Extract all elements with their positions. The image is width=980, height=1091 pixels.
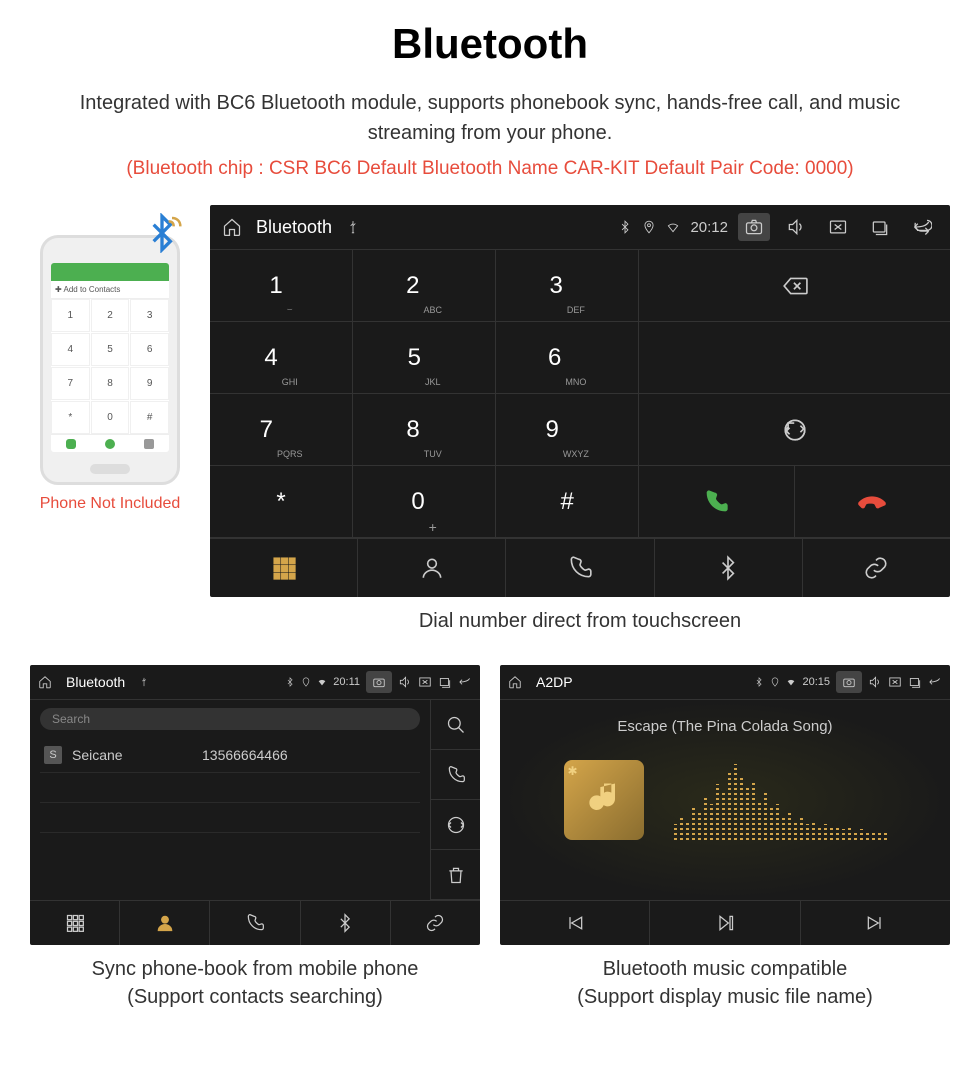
- volume-icon[interactable]: [398, 675, 412, 689]
- close-window-icon[interactable]: [418, 675, 432, 689]
- recents-icon[interactable]: [864, 213, 896, 241]
- key-star[interactable]: *: [210, 466, 353, 538]
- camera-icon[interactable]: [366, 671, 392, 693]
- bluetooth-icon: [285, 675, 295, 689]
- key-9[interactable]: 9WXYZ: [496, 394, 639, 466]
- usb-icon: [346, 220, 360, 234]
- bluetooth-tab[interactable]: [655, 539, 803, 597]
- phone-illustration: ✚ Add to Contacts 123 456 789 *0# Phone …: [30, 205, 190, 513]
- bluetooth-icon: [618, 220, 632, 234]
- track-name: Escape (The Pina Colada Song): [617, 718, 832, 735]
- back-icon[interactable]: [906, 213, 938, 241]
- key-1[interactable]: 1⌣: [210, 250, 353, 322]
- dialer-caption: Dial number direct from touchscreen: [210, 607, 950, 635]
- backspace-button[interactable]: [639, 250, 950, 322]
- location-icon: [642, 220, 656, 234]
- hangup-button[interactable]: [795, 466, 950, 538]
- music-status-bar: A2DP 20:15: [500, 665, 950, 700]
- wifi-icon: [317, 677, 327, 687]
- close-window-icon[interactable]: [888, 675, 902, 689]
- volume-icon[interactable]: [780, 213, 812, 241]
- redial-button[interactable]: [639, 394, 950, 466]
- sync-button[interactable]: [430, 800, 480, 850]
- recents-icon[interactable]: [438, 675, 452, 689]
- dialer-title: Bluetooth: [256, 217, 332, 238]
- bluetooth-tab[interactable]: [301, 901, 391, 945]
- prev-track-button[interactable]: [500, 901, 650, 945]
- delete-button[interactable]: [430, 850, 480, 900]
- recent-calls-tab[interactable]: [210, 901, 300, 945]
- page-title: Bluetooth: [30, 20, 950, 68]
- key-4[interactable]: 4GHI: [210, 322, 353, 394]
- bluetooth-specs: (Bluetooth chip : CSR BC6 Default Blueto…: [30, 158, 950, 180]
- back-icon[interactable]: [928, 675, 942, 689]
- recents-icon[interactable]: [908, 675, 922, 689]
- contacts-tab[interactable]: [358, 539, 506, 597]
- contacts-status-bar: Bluetooth 20:11: [30, 665, 480, 700]
- bluetooth-icon: [754, 675, 764, 689]
- bluetooth-signal-icon: [142, 213, 182, 253]
- clock-time: 20:12: [690, 219, 728, 236]
- location-icon: [770, 675, 780, 689]
- recent-calls-tab[interactable]: [506, 539, 654, 597]
- location-icon: [301, 675, 311, 689]
- album-art-icon: ✱: [564, 760, 644, 840]
- next-track-button[interactable]: [801, 901, 950, 945]
- home-icon[interactable]: [38, 675, 52, 689]
- usb-icon: [139, 677, 149, 687]
- camera-icon[interactable]: [836, 671, 862, 693]
- home-icon[interactable]: [222, 217, 242, 237]
- music-caption: Bluetooth music compatible(Support displ…: [500, 955, 950, 1011]
- keypad-tab[interactable]: [210, 539, 358, 597]
- key-5[interactable]: 5JKL: [353, 322, 496, 394]
- clock-time: 20:11: [333, 676, 360, 688]
- keypad-tab[interactable]: [30, 901, 120, 945]
- key-6[interactable]: 6MNO: [496, 322, 639, 394]
- call-button[interactable]: [639, 466, 794, 538]
- key-hash[interactable]: #: [496, 466, 639, 538]
- call-button[interactable]: [430, 750, 480, 800]
- contact-name: Seicane: [72, 747, 192, 763]
- key-0[interactable]: 0+: [353, 466, 496, 538]
- phone-caption: Phone Not Included: [30, 495, 190, 513]
- volume-icon[interactable]: [868, 675, 882, 689]
- dialer-keypad: 1⌣ 2ABC 3DEF 4GHI 5JKL 6MNO 7PQRS 8TUV 9…: [210, 250, 639, 538]
- camera-icon[interactable]: [738, 213, 770, 241]
- search-input[interactable]: Search: [40, 708, 420, 730]
- contact-number: 13566664466: [202, 747, 288, 763]
- contact-row[interactable]: S Seicane 13566664466: [40, 738, 420, 773]
- equalizer-visualization: [674, 760, 887, 840]
- contacts-title: Bluetooth: [66, 674, 125, 690]
- contacts-screen: Bluetooth 20:11: [30, 665, 480, 945]
- wifi-icon: [666, 220, 680, 234]
- contact-badge: S: [44, 746, 62, 764]
- back-icon[interactable]: [458, 675, 472, 689]
- link-tab[interactable]: [803, 539, 950, 597]
- contacts-tab[interactable]: [120, 901, 210, 945]
- home-icon[interactable]: [508, 675, 522, 689]
- music-title: A2DP: [536, 674, 573, 690]
- music-screen: A2DP 20:15 Escape (The: [500, 665, 950, 945]
- dialer-status-bar: Bluetooth 20:12: [210, 205, 950, 250]
- clock-time: 20:15: [802, 676, 830, 688]
- page-subtitle: Integrated with BC6 Bluetooth module, su…: [65, 88, 915, 148]
- link-tab[interactable]: [391, 901, 480, 945]
- key-2[interactable]: 2ABC: [353, 250, 496, 322]
- wifi-icon: [786, 677, 796, 687]
- close-window-icon[interactable]: [822, 213, 854, 241]
- contacts-caption: Sync phone-book from mobile phone(Suppor…: [30, 955, 480, 1011]
- phone-addbar: ✚ Add to Contacts: [51, 281, 169, 299]
- key-8[interactable]: 8TUV: [353, 394, 496, 466]
- dialer-screen: Bluetooth 20:12: [210, 205, 950, 597]
- key-3[interactable]: 3DEF: [496, 250, 639, 322]
- play-pause-button[interactable]: [650, 901, 800, 945]
- key-7[interactable]: 7PQRS: [210, 394, 353, 466]
- search-button[interactable]: [430, 700, 480, 750]
